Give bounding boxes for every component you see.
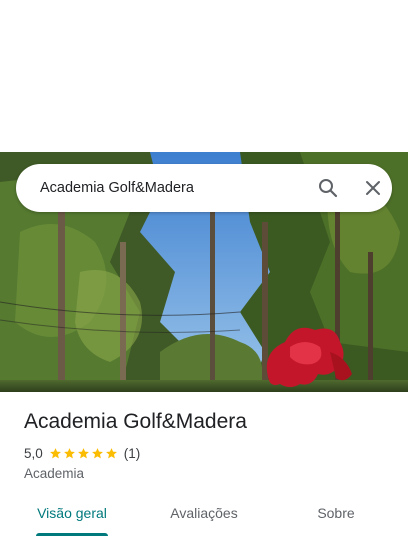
place-title: Academia Golf&Madera [24,410,247,433]
tab-bar: Visão geral Avaliações Sobre [0,490,408,538]
star-icon [77,447,89,458]
rating-stars [49,447,119,460]
star-icon [49,447,61,458]
review-count-link[interactable]: (1) [124,446,141,461]
star-icon [63,447,75,458]
star-icon [105,447,117,458]
rating-value: 5,0 [24,445,43,461]
place-category[interactable]: Academia [24,465,84,483]
search-input[interactable]: Academia Golf&Madera [40,164,194,212]
tab-reviews[interactable]: Avaliações [160,490,248,536]
tab-about[interactable]: Sobre [292,490,380,536]
search-icon[interactable] [316,176,340,200]
star-icon [91,447,103,458]
active-tab-indicator [36,533,108,536]
close-icon[interactable] [361,176,385,200]
rating-row: 5,0 (1) [24,444,140,462]
search-box[interactable]: Academia Golf&Madera [16,164,392,212]
tab-overview[interactable]: Visão geral [28,490,116,536]
